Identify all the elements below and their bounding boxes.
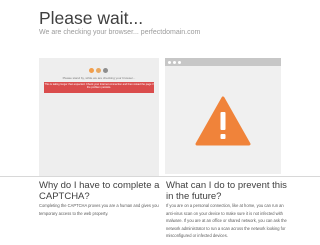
page-subtitle: We are checking your browser... perfectd… bbox=[39, 29, 201, 36]
prevent-text: If you are on a personal connection, lik… bbox=[166, 203, 287, 239]
timeout-alert: This is taking longer than expected. Che… bbox=[44, 82, 154, 93]
prevent-heading: What can I do to prevent this in the fut… bbox=[166, 180, 287, 202]
window-dot-icon bbox=[173, 60, 176, 64]
browser-illustration bbox=[165, 58, 281, 174]
why-captcha-heading: Why do I have to complete a CAPTCHA? bbox=[39, 180, 160, 202]
window-dot-icon bbox=[168, 60, 171, 64]
warning-icon bbox=[195, 96, 251, 146]
loading-dots-icon bbox=[89, 68, 108, 74]
section-divider bbox=[0, 176, 320, 177]
loading-dot bbox=[89, 68, 94, 73]
captcha-panel: Please stand by, while we are checking y… bbox=[39, 58, 159, 177]
window-dot-icon bbox=[178, 60, 181, 64]
loading-dot bbox=[103, 68, 108, 73]
status-text: Please stand by, while we are checking y… bbox=[62, 76, 136, 80]
browser-titlebar bbox=[165, 58, 281, 66]
why-captcha-text: Completing the CAPTCHA proves you are a … bbox=[39, 203, 159, 216]
page-title: Please wait... bbox=[39, 8, 144, 28]
loading-dot bbox=[96, 68, 101, 73]
